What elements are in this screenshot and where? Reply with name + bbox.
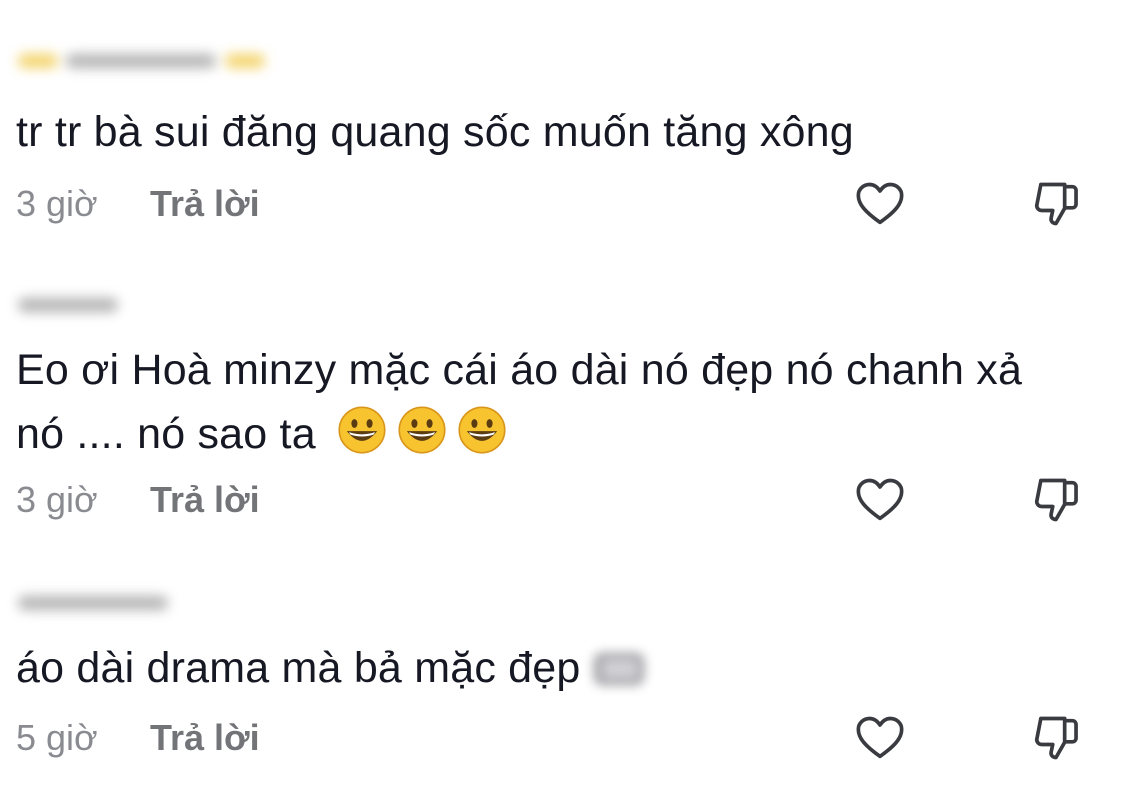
username-blurred[interactable] bbox=[18, 594, 168, 624]
reply-button[interactable]: Trả lời bbox=[150, 717, 260, 759]
comment-text: Eo ơi Hoà minzy mặc cái áo dài nó đẹp nó… bbox=[16, 338, 1106, 466]
comment-text-line-2: nó .... nó sao ta bbox=[16, 402, 1106, 466]
reply-button[interactable]: Trả lời bbox=[150, 479, 260, 521]
comment-meta: 5 giờ Trả lời bbox=[16, 716, 1130, 760]
grinning-face-emoji-icon bbox=[398, 406, 446, 454]
thumbs-down-outline-icon[interactable] bbox=[1030, 178, 1082, 230]
grinning-face-emoji-icon bbox=[458, 406, 506, 454]
comment-meta: 3 giờ Trả lời bbox=[16, 478, 1130, 522]
thumbs-down-outline-icon[interactable] bbox=[1030, 474, 1082, 526]
comment-text: tr tr bà sui đăng quang sốc muốn tăng xô… bbox=[16, 108, 854, 156]
username-blurred[interactable] bbox=[18, 296, 118, 326]
comment-text-content: áo dài drama mà bả mặc đẹp bbox=[16, 644, 581, 692]
heart-outline-icon[interactable] bbox=[854, 474, 906, 526]
thumbs-down-outline-icon[interactable] bbox=[1030, 712, 1082, 764]
heart-outline-icon[interactable] bbox=[854, 712, 906, 764]
comment-text-line-2-text: nó .... nó sao ta bbox=[16, 410, 316, 458]
blurred-emoji-icon bbox=[589, 646, 649, 692]
grinning-face-emoji-icon bbox=[338, 406, 386, 454]
comment-time: 5 giờ bbox=[16, 717, 98, 758]
heart-outline-icon[interactable] bbox=[854, 178, 906, 230]
comment-text-line-1: Eo ơi Hoà minzy mặc cái áo dài nó đẹp nó… bbox=[16, 346, 1023, 394]
comment-meta: 3 giờ Trả lời bbox=[16, 182, 1130, 226]
comment-time: 3 giờ bbox=[16, 183, 98, 224]
comment-text: áo dài drama mà bả mặc đẹp bbox=[16, 636, 1106, 700]
comment-time: 3 giờ bbox=[16, 479, 98, 520]
reply-button[interactable]: Trả lời bbox=[150, 183, 260, 225]
username-blurred[interactable] bbox=[18, 52, 265, 82]
